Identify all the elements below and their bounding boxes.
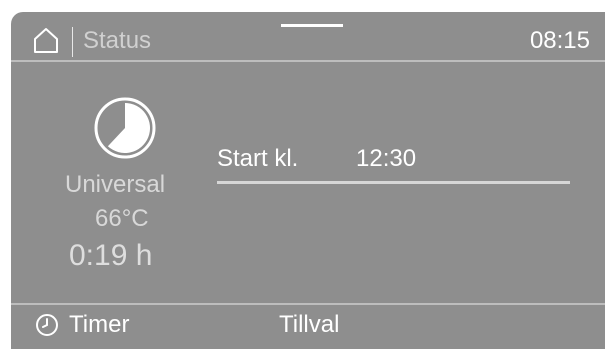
display-panel: Status 08:15 Universal 66°C 0:19 h Start…: [11, 12, 605, 349]
page-title: Status: [83, 27, 152, 54]
program-temperature: 66°C: [95, 205, 149, 232]
tillval-button[interactable]: Tillval: [279, 310, 339, 340]
timer-label: Timer: [69, 311, 130, 338]
start-time-underline: [217, 181, 570, 184]
start-time-label[interactable]: Start kl.: [217, 144, 298, 174]
top-indicator: [281, 24, 343, 27]
clock-time: 08:15: [529, 27, 590, 54]
pie-progress-icon: [94, 97, 156, 159]
clock-icon: [36, 314, 58, 336]
program-duration: 0:19 h: [69, 239, 153, 272]
footer-divider: [11, 303, 605, 305]
header-separator: [72, 27, 73, 57]
timer-button[interactable]: Timer: [35, 310, 129, 340]
start-time-value[interactable]: 12:30: [356, 144, 416, 174]
program-name: Universal: [65, 171, 166, 198]
header-bar: Status 08:15: [11, 12, 605, 62]
home-icon[interactable]: [33, 27, 59, 53]
